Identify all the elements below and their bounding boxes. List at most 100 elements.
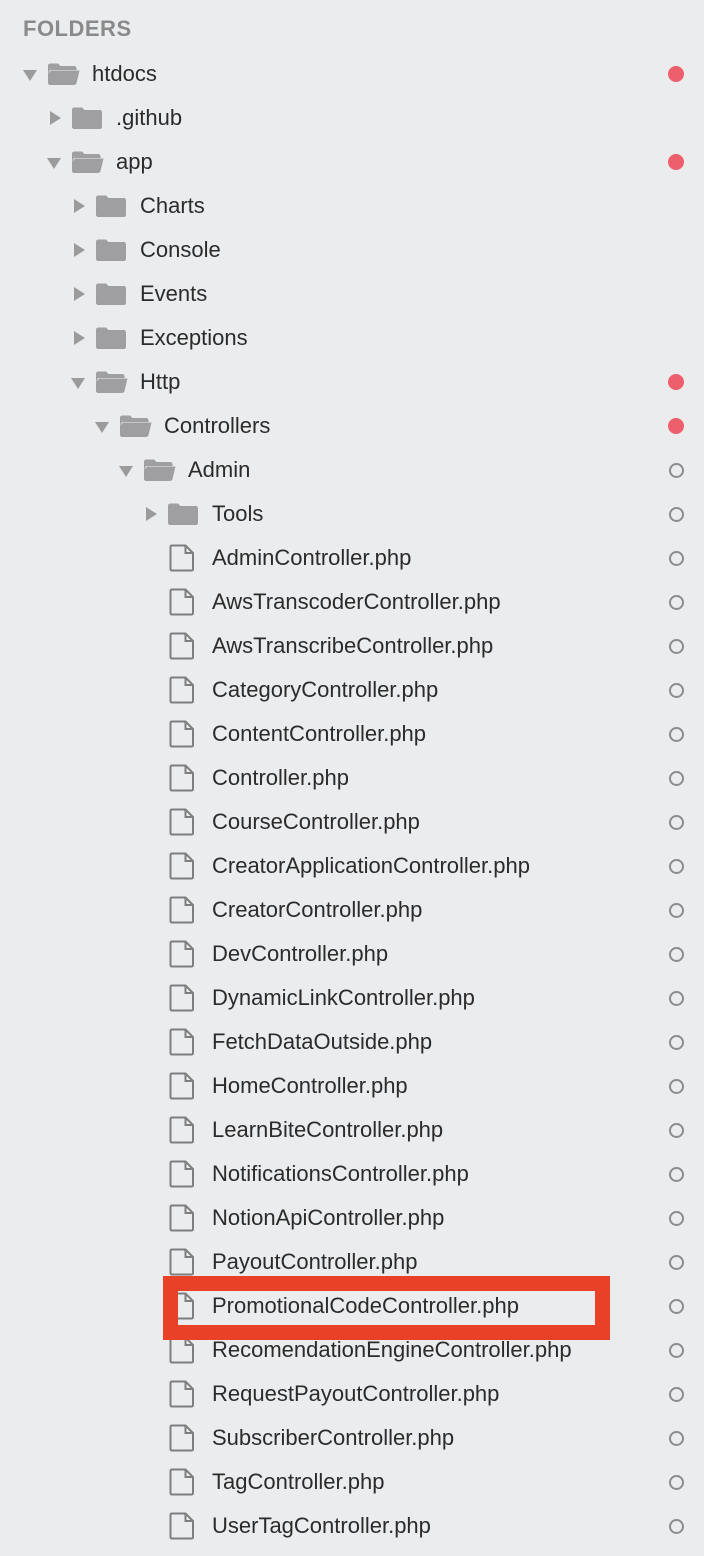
folder-icon bbox=[167, 502, 199, 526]
file-name: RequestPayoutController.php bbox=[212, 1381, 500, 1406]
clean-status-circle bbox=[668, 1166, 684, 1182]
folder-row-app[interactable]: app bbox=[0, 140, 704, 184]
file-name: NotionApiController.php bbox=[212, 1205, 445, 1230]
clean-status-circle bbox=[668, 902, 684, 918]
file-icon bbox=[169, 808, 195, 836]
chevron-down-icon[interactable] bbox=[94, 420, 109, 434]
file-name: TagController.php bbox=[212, 1469, 385, 1494]
folder-icon bbox=[95, 194, 127, 218]
chevron-right-icon[interactable] bbox=[72, 242, 86, 257]
chevron-down-icon[interactable] bbox=[22, 68, 37, 82]
file-row-subscribercontroller-php[interactable]: SubscriberController.php bbox=[0, 1416, 704, 1460]
clean-status-circle bbox=[668, 946, 684, 962]
folder-row-admin[interactable]: Admin bbox=[0, 448, 704, 492]
file-row-promotionalcodecontroller-php[interactable]: PromotionalCodeController.php bbox=[0, 1284, 704, 1328]
chevron-right-icon[interactable] bbox=[72, 198, 86, 213]
folder-name: Charts bbox=[140, 193, 205, 218]
clean-status-circle bbox=[668, 1386, 684, 1402]
folder-name: Http bbox=[140, 369, 181, 394]
clean-status-circle bbox=[668, 770, 684, 786]
file-name: CategoryController.php bbox=[212, 677, 439, 702]
chevron-right-icon[interactable] bbox=[144, 506, 158, 521]
file-icon bbox=[169, 1028, 195, 1056]
file-row-usertagcontroller-php[interactable]: UserTagController.php bbox=[0, 1504, 704, 1548]
folder-name: Events bbox=[140, 281, 208, 306]
file-row-notificationscontroller-php[interactable]: NotificationsController.php bbox=[0, 1152, 704, 1196]
file-name: LearnBiteController.php bbox=[212, 1117, 444, 1142]
file-row-creatorcontroller-php[interactable]: CreatorController.php bbox=[0, 888, 704, 932]
chevron-down-icon[interactable] bbox=[70, 376, 85, 390]
folder-name: Exceptions bbox=[140, 325, 248, 350]
folder-row-charts[interactable]: Charts bbox=[0, 184, 704, 228]
folder-icon bbox=[95, 326, 127, 350]
clean-status-circle bbox=[668, 1034, 684, 1050]
file-name: Controller.php bbox=[212, 765, 349, 790]
file-icon bbox=[169, 676, 195, 704]
file-row-admincontroller-php[interactable]: AdminController.php bbox=[0, 536, 704, 580]
file-row-devcontroller-php[interactable]: DevController.php bbox=[0, 932, 704, 976]
folder-name: htdocs bbox=[92, 61, 157, 86]
file-name: PromotionalCodeController.php bbox=[212, 1293, 519, 1318]
folder-row-htdocs[interactable]: htdocs bbox=[0, 52, 704, 96]
folder-row-github[interactable]: .github bbox=[0, 96, 704, 140]
chevron-right-icon[interactable] bbox=[72, 286, 86, 301]
clean-status-circle bbox=[668, 682, 684, 698]
file-row-fetchdataoutside-php[interactable]: FetchDataOutside.php bbox=[0, 1020, 704, 1064]
file-row-dynamiclinkcontroller-php[interactable]: DynamicLinkController.php bbox=[0, 976, 704, 1020]
file-icon bbox=[169, 720, 195, 748]
file-name: PayoutController.php bbox=[212, 1249, 418, 1274]
file-row-notionapicontroller-php[interactable]: NotionApiController.php bbox=[0, 1196, 704, 1240]
clean-status-circle bbox=[668, 858, 684, 874]
file-row-payoutcontroller-php[interactable]: PayoutController.php bbox=[0, 1240, 704, 1284]
file-icon bbox=[169, 852, 195, 880]
folder-name: Tools bbox=[212, 501, 264, 526]
file-icon bbox=[169, 588, 195, 616]
file-row-recomendationenginecontroller-php[interactable]: RecomendationEngineController.php bbox=[0, 1328, 704, 1372]
folder-row-console[interactable]: Console bbox=[0, 228, 704, 272]
file-row-controller-php[interactable]: Controller.php bbox=[0, 756, 704, 800]
file-row-awstranscodercontroller-php[interactable]: AwsTranscoderController.php bbox=[0, 580, 704, 624]
folder-open-icon bbox=[71, 150, 105, 174]
modified-status-dot bbox=[668, 418, 684, 434]
file-row-coursecontroller-php[interactable]: CourseController.php bbox=[0, 800, 704, 844]
folder-open-icon bbox=[143, 458, 177, 482]
file-row-awstranscribecontroller-php[interactable]: AwsTranscribeController.php bbox=[0, 624, 704, 668]
clean-status-circle bbox=[668, 1430, 684, 1446]
clean-status-circle bbox=[668, 990, 684, 1006]
clean-status-circle bbox=[668, 638, 684, 654]
file-icon bbox=[169, 1204, 195, 1232]
chevron-down-icon[interactable] bbox=[46, 156, 61, 170]
folder-name: Admin bbox=[188, 457, 251, 482]
file-icon bbox=[169, 896, 195, 924]
file-row-requestpayoutcontroller-php[interactable]: RequestPayoutController.php bbox=[0, 1372, 704, 1416]
file-row-tagcontroller-php[interactable]: TagController.php bbox=[0, 1460, 704, 1504]
clean-status-circle bbox=[668, 594, 684, 610]
clean-status-circle bbox=[668, 1518, 684, 1534]
file-row-categorycontroller-php[interactable]: CategoryController.php bbox=[0, 668, 704, 712]
file-name: SubscriberController.php bbox=[212, 1425, 455, 1450]
folder-name: app bbox=[116, 149, 153, 174]
file-name: UserTagController.php bbox=[212, 1513, 431, 1538]
file-name: AwsTranscribeController.php bbox=[212, 633, 494, 658]
clean-status-circle bbox=[668, 506, 684, 522]
clean-status-circle bbox=[668, 550, 684, 566]
folder-row-http[interactable]: Http bbox=[0, 360, 704, 404]
file-name: HomeController.php bbox=[212, 1073, 408, 1098]
folder-row-events[interactable]: Events bbox=[0, 272, 704, 316]
folder-name: .github bbox=[116, 105, 183, 130]
sidebar-header: FOLDERS bbox=[23, 16, 132, 41]
folder-row-exceptions[interactable]: Exceptions bbox=[0, 316, 704, 360]
file-icon bbox=[169, 940, 195, 968]
file-row-creatorapplicationcontroller-php[interactable]: CreatorApplicationController.php bbox=[0, 844, 704, 888]
chevron-right-icon[interactable] bbox=[72, 330, 86, 345]
folder-row-controllers[interactable]: Controllers bbox=[0, 404, 704, 448]
file-icon bbox=[169, 1072, 195, 1100]
chevron-right-icon[interactable] bbox=[48, 110, 62, 125]
file-row-contentcontroller-php[interactable]: ContentController.php bbox=[0, 712, 704, 756]
folder-name: Console bbox=[140, 237, 221, 262]
clean-status-circle bbox=[668, 1078, 684, 1094]
file-row-homecontroller-php[interactable]: HomeController.php bbox=[0, 1064, 704, 1108]
folder-row-tools[interactable]: Tools bbox=[0, 492, 704, 536]
chevron-down-icon[interactable] bbox=[118, 464, 133, 478]
file-row-learnbitecontroller-php[interactable]: LearnBiteController.php bbox=[0, 1108, 704, 1152]
